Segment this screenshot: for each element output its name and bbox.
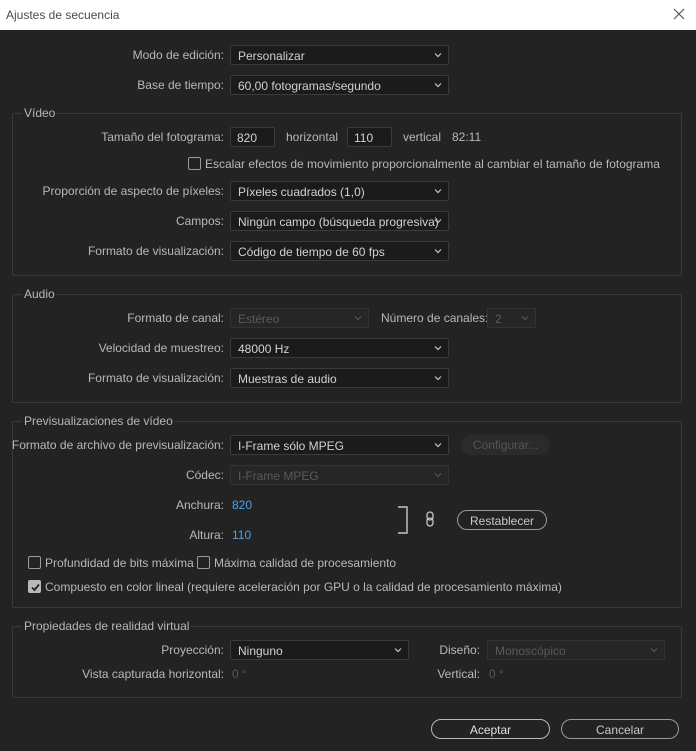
chevron-down-icon (434, 53, 442, 58)
fields-value: Ningún campo (búsqueda progresiva) (238, 215, 439, 229)
channel-format-value: Estéreo (238, 312, 280, 326)
edit-mode-label: Modo de edición: (132, 48, 224, 62)
close-icon[interactable] (672, 7, 686, 21)
timebase-label: Base de tiempo: (137, 78, 224, 92)
title-bar: Ajustes de secuencia (0, 0, 696, 30)
video-display-format-select[interactable]: Código de tiempo de 60 fps (230, 241, 449, 261)
preview-format-value: I-Frame sólo MPEG (238, 439, 345, 453)
pixel-aspect-label: Proporción de aspecto de píxeles: (42, 184, 224, 198)
vr-group (12, 626, 682, 698)
sample-rate-label: Velocidad de muestreo: (98, 341, 224, 355)
chevron-down-icon (434, 346, 442, 351)
horizontal-label: horizontal (286, 130, 339, 144)
cancel-button[interactable]: Cancelar (561, 719, 679, 739)
chevron-down-icon (521, 316, 529, 321)
sample-rate-value: 48000 Hz (238, 342, 290, 356)
audio-display-format-select[interactable]: Muestras de audio (230, 368, 449, 388)
video-display-format-value: Código de tiempo de 60 fps (238, 245, 385, 259)
edit-mode-select[interactable]: Personalizar (230, 45, 449, 65)
linear-color-checkbox[interactable] (28, 580, 41, 593)
frame-size-label: Tamaño del fotograma: (101, 130, 224, 144)
scale-motion-label: Escalar efectos de movimiento proporcion… (205, 157, 660, 171)
max-render-quality-label: Máxima calidad de procesamiento (214, 556, 397, 570)
layout-label: Diseño: (439, 643, 480, 657)
preview-format-label: Formato de archivo de previsualización: (11, 438, 224, 452)
chevron-down-icon (394, 648, 402, 653)
h-view-value[interactable]: 0 ° (232, 667, 247, 681)
h-view-label: Vista capturada horizontal: (82, 667, 224, 681)
height-value[interactable]: 110 (232, 528, 251, 542)
video-group-title: Vídeo (22, 106, 58, 120)
window-title: Ajustes de secuencia (6, 8, 120, 22)
max-render-quality-checkbox[interactable] (197, 556, 210, 569)
audio-group-title: Audio (22, 287, 57, 301)
width-value[interactable]: 820 (232, 498, 252, 512)
edit-mode-value: Personalizar (238, 49, 305, 63)
chevron-down-icon (434, 189, 442, 194)
frame-height-input[interactable]: 110 (347, 127, 392, 147)
chevron-down-icon (434, 219, 442, 224)
chevron-down-icon (650, 648, 658, 653)
layout-select[interactable]: Monoscópico (487, 640, 665, 660)
chevron-down-icon (434, 376, 442, 381)
num-channels-select[interactable]: 2 (487, 308, 536, 328)
chevron-down-icon (354, 316, 362, 321)
projection-value: Ninguno (238, 644, 283, 658)
ok-button[interactable]: Aceptar (431, 719, 550, 739)
num-channels-value: 2 (495, 312, 502, 326)
max-bit-depth-label: Profundidad de bits máxima (45, 556, 194, 570)
audio-display-format-value: Muestras de audio (238, 372, 337, 386)
video-display-format-label: Formato de visualización: (87, 244, 224, 258)
vr-vertical-value[interactable]: 0 ° (489, 667, 504, 681)
codec-value: I-Frame MPEG (238, 469, 319, 483)
channel-format-select[interactable]: Estéreo (230, 308, 369, 328)
chevron-down-icon (434, 249, 442, 254)
chain-link-icon[interactable] (425, 511, 435, 527)
chevron-down-icon (434, 443, 442, 448)
pixel-aspect-select[interactable]: Píxeles cuadrados (1,0) (230, 181, 449, 201)
chevron-down-icon (434, 473, 442, 478)
fields-label: Campos: (175, 214, 224, 228)
vertical-label: vertical (403, 130, 442, 144)
timebase-value: 60,00 fotogramas/segundo (238, 79, 381, 93)
link-bracket (398, 506, 408, 534)
vr-group-title: Propiedades de realidad virtual (22, 619, 192, 633)
linear-color-label: Compuesto en color lineal (requiere acel… (45, 580, 562, 594)
num-channels-label: Número de canales: (381, 311, 489, 325)
check-icon (31, 583, 40, 592)
configure-button[interactable]: Configurar... (461, 435, 550, 455)
projection-label: Proyección: (161, 643, 224, 657)
codec-select[interactable]: I-Frame MPEG (230, 465, 449, 485)
max-bit-depth-checkbox[interactable] (28, 556, 41, 569)
aspect-ratio: 82:11 (452, 130, 482, 144)
height-label: Altura: (189, 528, 224, 542)
pixel-aspect-value: Píxeles cuadrados (1,0) (238, 185, 365, 199)
frame-width-input[interactable]: 820 (230, 127, 275, 147)
projection-select[interactable]: Ninguno (230, 640, 409, 660)
fields-select[interactable]: Ningún campo (búsqueda progresiva) (230, 211, 449, 231)
width-label: Anchura: (175, 498, 224, 512)
layout-value: Monoscópico (495, 644, 566, 658)
reset-button[interactable]: Restablecer (457, 510, 547, 530)
audio-display-format-label: Formato de visualización: (87, 371, 224, 385)
timebase-select[interactable]: 60,00 fotogramas/segundo (230, 75, 449, 95)
scale-motion-checkbox[interactable] (188, 157, 201, 170)
channel-format-label: Formato de canal: (127, 311, 224, 325)
chevron-down-icon (434, 83, 442, 88)
preview-group-title: Previsualizaciones de vídeo (22, 414, 175, 428)
vr-vertical-label: Vertical: (437, 667, 480, 681)
sample-rate-select[interactable]: 48000 Hz (230, 338, 449, 358)
preview-format-select[interactable]: I-Frame sólo MPEG (230, 435, 449, 455)
codec-label: Códec: (185, 468, 224, 482)
